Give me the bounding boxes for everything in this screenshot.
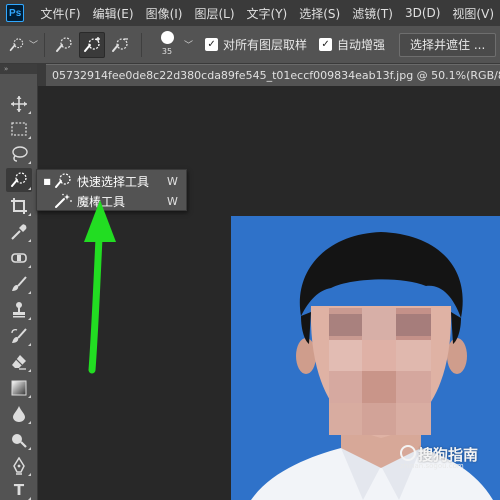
flyout-item-shortcut: W <box>167 194 178 208</box>
flyout-item-magic-wand[interactable]: 魔棒工具 W <box>37 191 188 211</box>
menu-type[interactable]: 文字(Y) <box>241 5 294 22</box>
menu-filter[interactable]: 滤镜(T) <box>346 5 399 22</box>
crop-tool[interactable] <box>6 194 32 218</box>
stamp-icon <box>13 302 25 318</box>
document-tab[interactable]: 05732914fee0de8c22d380cda89fe545_t01eccf… <box>46 64 500 86</box>
type-icon: T <box>13 481 25 499</box>
menu-file[interactable]: 文件(F) <box>34 5 86 22</box>
flyout-item-label: 魔棒工具 <box>77 194 126 209</box>
tool-group-indicator <box>28 343 31 346</box>
new-selection-button[interactable] <box>51 32 77 58</box>
eraser-tool[interactable] <box>6 350 32 374</box>
tool-group-indicator <box>28 395 31 398</box>
divider <box>44 32 45 57</box>
pen-icon <box>13 457 25 475</box>
lasso-tool[interactable] <box>6 142 32 166</box>
move-icon <box>11 96 27 112</box>
brush-tool[interactable] <box>6 272 32 296</box>
eraser-icon <box>12 355 26 370</box>
move-tool[interactable] <box>6 92 32 116</box>
quick-selection-tool[interactable] <box>6 168 32 192</box>
quick-selection-subtract-icon <box>112 37 128 52</box>
tool-group-indicator <box>28 447 31 450</box>
tool-group-indicator <box>28 136 31 139</box>
menu-select[interactable]: 选择(S) <box>293 5 346 22</box>
lasso-icon <box>12 146 28 162</box>
gradient-icon <box>11 380 27 396</box>
history-brush-tool[interactable] <box>6 324 32 348</box>
tool-flyout-menu: ■ 快速选择工具 W 魔棒工具 W <box>36 169 187 211</box>
quick-selection-add-icon <box>84 36 100 52</box>
brush-size: 35 <box>161 46 173 56</box>
flyout-item-shortcut: W <box>167 174 178 188</box>
tool-preset-picker[interactable]: ﹀ <box>8 32 38 58</box>
document-tab-bar: 05732914fee0de8c22d380cda89fe545_t01eccf… <box>38 64 500 86</box>
menu-layer[interactable]: 图层(L) <box>188 5 240 22</box>
quick-selection-icon <box>53 172 73 190</box>
menu-edit[interactable]: 编辑(E) <box>87 5 140 22</box>
brush-tip-icon <box>160 30 174 44</box>
quick-selection-icon <box>56 36 72 52</box>
subtract-from-selection-button[interactable] <box>107 32 133 58</box>
photoshop-window: Ps 文件(F) 编辑(E) 图像(I) 图层(L) 文字(Y) 选择(S) 滤… <box>0 0 500 500</box>
clone-stamp-tool[interactable] <box>6 298 32 322</box>
eyedropper-icon <box>11 224 27 240</box>
dodge-icon <box>12 434 27 448</box>
watermark: 搜狗指南 zhinan.sogou.com <box>396 444 500 470</box>
bandage-icon <box>11 253 27 263</box>
pen-tool[interactable] <box>6 454 32 478</box>
tool-group-indicator <box>28 187 31 190</box>
select-and-mask-button[interactable]: 选择并遮住 ... <box>399 32 497 57</box>
blur-tool[interactable] <box>6 402 32 426</box>
tool-group-indicator <box>28 265 31 268</box>
marquee-tool[interactable] <box>6 117 32 141</box>
chevron-down-icon[interactable]: ﹀ <box>184 38 193 51</box>
tool-group-indicator <box>28 317 31 320</box>
brush-picker[interactable]: 35 <box>152 29 182 61</box>
history-brush-icon <box>11 328 27 343</box>
quick-selection-icon <box>9 37 24 51</box>
tool-group-indicator <box>28 213 31 216</box>
tools-panel-collapse[interactable]: » <box>0 64 37 74</box>
type-tool[interactable]: T <box>6 478 32 500</box>
tool-group-indicator <box>28 239 31 242</box>
watermark-logo-icon <box>400 445 416 461</box>
tool-group-indicator <box>28 473 31 476</box>
tool-group-indicator <box>28 369 31 372</box>
flyout-item-quick-selection[interactable]: ■ 快速选择工具 W <box>37 171 188 191</box>
tool-group-indicator <box>28 421 31 424</box>
flyout-item-label: 快速选择工具 <box>77 174 150 189</box>
photoshop-logo: Ps <box>6 4 25 22</box>
tool-group-indicator <box>28 111 31 114</box>
tools-panel: » T <box>0 64 38 500</box>
gradient-tool[interactable] <box>6 376 32 400</box>
menu-image[interactable]: 图像(I) <box>140 5 189 22</box>
menu-view[interactable]: 视图(V) <box>446 5 500 22</box>
menu-bar: Ps 文件(F) 编辑(E) 图像(I) 图层(L) 文字(Y) 选择(S) 滤… <box>0 0 500 26</box>
brush-icon <box>12 276 27 291</box>
selected-marker: ■ <box>43 176 51 186</box>
tool-group-indicator <box>28 291 31 294</box>
dodge-tool[interactable] <box>6 428 32 452</box>
auto-enhance-label: 自动增强 <box>337 38 386 52</box>
marquee-icon <box>11 122 27 136</box>
magic-wand-icon <box>53 192 73 210</box>
menu-3d[interactable]: 3D(D) <box>399 6 446 20</box>
options-bar: ﹀ 35 ﹀ ✓ 对所有图层取样 ✓ 自动增强 选择并遮住 ... <box>0 26 500 64</box>
watermark-subtext: zhinan.sogou.com <box>400 462 464 470</box>
drop-icon <box>13 406 25 422</box>
eyedropper-tool[interactable] <box>6 220 32 244</box>
crop-icon <box>11 198 27 214</box>
auto-enhance-checkbox[interactable]: ✓ <box>319 38 333 51</box>
chevron-down-icon: ﹀ <box>28 41 38 51</box>
add-to-selection-button[interactable] <box>79 31 105 58</box>
sample-all-layers-label: 对所有图层取样 <box>223 38 308 52</box>
tool-group-indicator <box>28 161 31 164</box>
sample-all-layers-checkbox[interactable]: ✓ <box>205 38 219 51</box>
divider <box>141 32 142 57</box>
quick-selection-icon <box>11 172 27 187</box>
healing-brush-tool[interactable] <box>6 246 32 270</box>
